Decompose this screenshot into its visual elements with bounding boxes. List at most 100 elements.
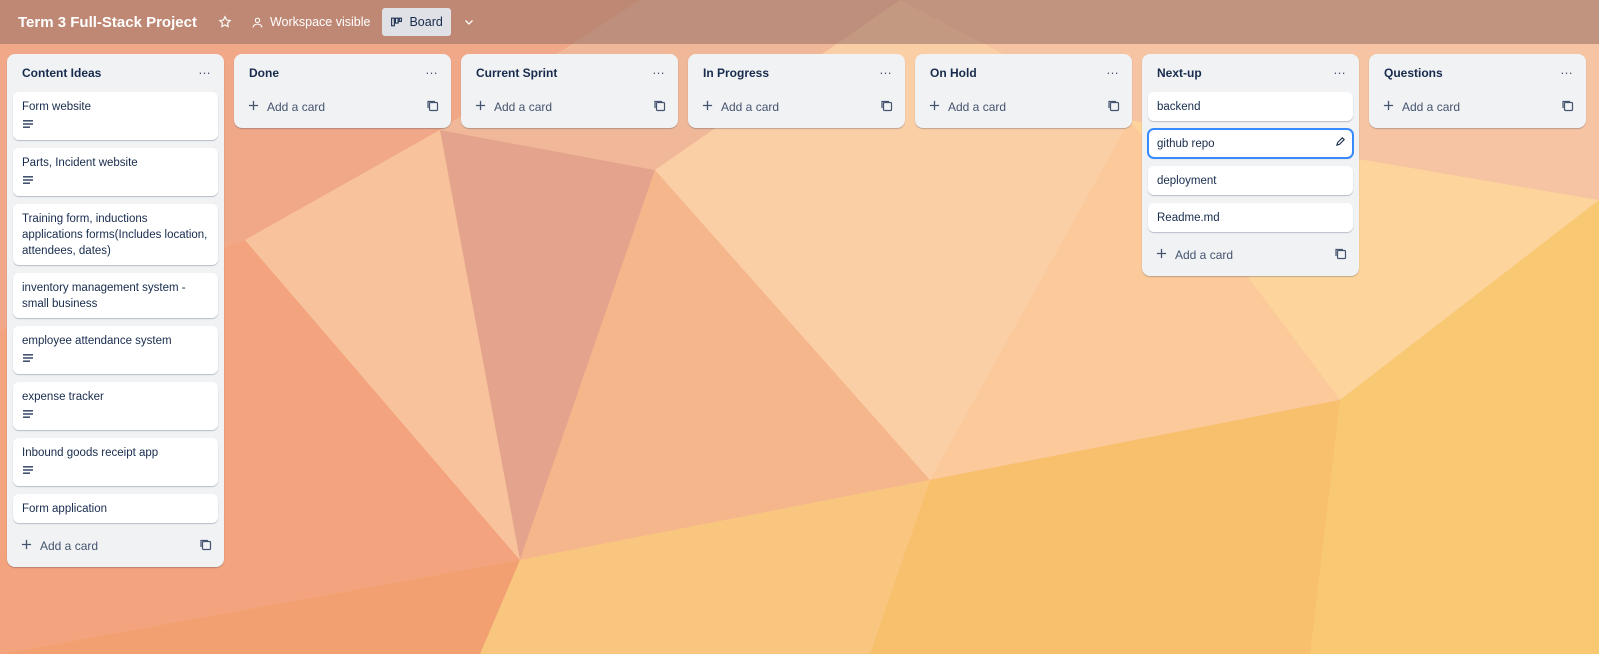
card[interactable]: Inbound goods receipt app — [13, 438, 218, 486]
list-in-progress: In Progress … Add a card — [688, 54, 905, 128]
card-title: Inbound goods receipt app — [22, 447, 159, 459]
more-options-icon[interactable]: … — [425, 63, 439, 80]
create-from-template-icon[interactable] — [654, 100, 666, 115]
board-title[interactable]: Term 3 Full-Stack Project — [18, 14, 197, 31]
card[interactable]: inventory management system - small busi… — [13, 273, 218, 318]
list-title[interactable]: Next-up — [1157, 66, 1202, 80]
add-card-label: Add a card — [948, 100, 1007, 114]
pencil-icon[interactable] — [1335, 136, 1346, 152]
people-icon — [252, 17, 263, 27]
list-done: Done … Add a card — [234, 54, 451, 128]
card-title: deployment — [1157, 175, 1217, 187]
card[interactable]: github repo — [1147, 128, 1354, 159]
list-title[interactable]: In Progress — [703, 66, 769, 80]
card[interactable]: Form application — [13, 494, 218, 523]
add-card-label: Add a card — [1175, 248, 1234, 262]
description-icon — [22, 118, 209, 134]
add-card-label: Add a card — [494, 100, 553, 114]
board-lists: Content Ideas … Form website Parts, Inciden… — [7, 54, 1596, 567]
plus-icon — [248, 100, 267, 114]
create-from-template-icon[interactable] — [427, 100, 439, 115]
list-current-sprint: Current Sprint … Add a card — [461, 54, 678, 128]
list-title[interactable]: Questions — [1384, 66, 1443, 80]
more-options-icon[interactable]: … — [879, 63, 893, 80]
card[interactable]: backend — [1148, 92, 1353, 121]
card[interactable]: Training form, inductions applications f… — [13, 204, 218, 265]
list-header: Content Ideas … — [13, 54, 218, 92]
create-from-template-icon[interactable] — [1562, 100, 1574, 115]
list-header: Done … — [240, 54, 445, 92]
more-options-icon[interactable]: … — [198, 63, 212, 80]
plus-icon — [702, 100, 721, 114]
add-card-label-wrap: Add a card — [702, 100, 779, 114]
list-next-up: Next-up … backend github repo deployment Read… — [1142, 54, 1359, 276]
card-title: Readme.md — [1157, 212, 1220, 224]
list-title[interactable]: Done — [249, 66, 279, 80]
more-options-icon[interactable]: … — [1560, 63, 1574, 80]
add-card-label-wrap: Add a card — [21, 539, 98, 553]
add-card-label: Add a card — [40, 539, 99, 553]
visibility-button[interactable]: Workspace visible — [243, 8, 379, 36]
board-view-button[interactable]: Board — [382, 8, 451, 36]
list-questions: Questions … Add a card — [1369, 54, 1586, 128]
list-title[interactable]: Current Sprint — [476, 66, 557, 80]
board-icon — [391, 17, 403, 26]
list-title[interactable]: On Hold — [930, 66, 977, 80]
create-from-template-icon[interactable] — [200, 539, 212, 554]
add-card-label-wrap: Add a card — [929, 100, 1006, 114]
create-from-template-icon[interactable] — [881, 100, 893, 115]
card[interactable]: Form website — [13, 92, 218, 140]
add-card-label: Add a card — [267, 100, 326, 114]
card-title: backend — [1157, 101, 1201, 113]
description-icon — [22, 408, 209, 424]
add-card-button[interactable]: Add a card — [467, 92, 672, 122]
card-title: github repo — [1157, 138, 1215, 150]
add-card-label: Add a card — [1402, 100, 1461, 114]
add-card-button[interactable]: Add a card — [1375, 92, 1580, 122]
add-card-label-wrap: Add a card — [248, 100, 325, 114]
card-title: Form website — [22, 101, 92, 113]
list-title[interactable]: Content Ideas — [22, 66, 101, 80]
card-title: expense tracker — [22, 391, 104, 403]
card-title: inventory management system - small busi… — [22, 282, 186, 310]
list-header: In Progress … — [694, 54, 899, 92]
add-card-label: Add a card — [721, 100, 780, 114]
list-header: Current Sprint … — [467, 54, 672, 92]
more-options-icon[interactable]: … — [1333, 63, 1347, 80]
create-from-template-icon[interactable] — [1335, 248, 1347, 263]
list-header: Questions … — [1375, 54, 1580, 92]
add-card-label-wrap: Add a card — [1156, 248, 1233, 262]
card[interactable]: employee attendance system — [13, 326, 218, 374]
plus-icon — [21, 539, 40, 553]
list-header: On Hold … — [921, 54, 1126, 92]
add-card-button[interactable]: Add a card — [694, 92, 899, 122]
card[interactable]: Readme.md — [1148, 203, 1353, 232]
card-title: Form application — [22, 503, 108, 515]
star-icon[interactable] — [211, 8, 239, 36]
add-card-button[interactable]: Add a card — [240, 92, 445, 122]
plus-icon — [1156, 248, 1175, 262]
list-header: Next-up … — [1148, 54, 1353, 92]
add-card-button[interactable]: Add a card — [1148, 240, 1353, 270]
board-view-label: Board — [409, 15, 443, 29]
create-from-template-icon[interactable] — [1108, 100, 1120, 115]
board-header: Term 3 Full-Stack Project Workspace visi… — [0, 0, 1599, 44]
add-card-label-wrap: Add a card — [1383, 100, 1460, 114]
add-card-button[interactable]: Add a card — [13, 531, 218, 561]
plus-icon — [929, 100, 948, 114]
list-on-hold: On Hold … Add a card — [915, 54, 1132, 128]
chevron-down-icon[interactable] — [455, 8, 483, 36]
plus-icon — [475, 100, 494, 114]
more-options-icon[interactable]: … — [1106, 63, 1120, 80]
add-card-button[interactable]: Add a card — [921, 92, 1126, 122]
card-title: Parts, Incident website — [22, 157, 138, 169]
description-icon — [22, 174, 209, 190]
card-title: employee attendance system — [22, 335, 172, 347]
more-options-icon[interactable]: … — [652, 63, 666, 80]
card[interactable]: expense tracker — [13, 382, 218, 430]
card-title: Training form, inductions applications f… — [22, 213, 208, 257]
list-content-ideas: Content Ideas … Form website Parts, Inciden… — [7, 54, 224, 567]
add-card-label-wrap: Add a card — [475, 100, 552, 114]
card[interactable]: Parts, Incident website — [13, 148, 218, 196]
card[interactable]: deployment — [1148, 166, 1353, 195]
